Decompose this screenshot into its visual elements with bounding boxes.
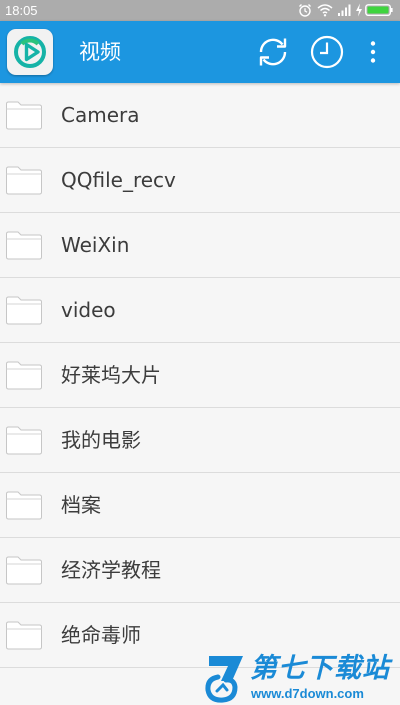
app-logo-icon bbox=[7, 29, 53, 75]
more-options-button[interactable] bbox=[355, 33, 391, 71]
folder-name: video bbox=[61, 298, 116, 322]
watermark-url: www.d7down.com bbox=[251, 686, 364, 701]
folder-name: Camera bbox=[61, 103, 140, 127]
folder-row[interactable]: 我的电影 bbox=[0, 408, 400, 473]
battery-icon bbox=[365, 4, 393, 16]
folder-row[interactable]: Camera bbox=[0, 83, 400, 148]
folder-list: Camera QQfile_recv WeiXin video 好莱坞大片 我的… bbox=[0, 83, 400, 668]
folder-name: 经济学教程 bbox=[61, 558, 161, 582]
watermark-logo-icon bbox=[205, 653, 247, 703]
folder-row[interactable]: 档案 bbox=[0, 473, 400, 538]
folder-row[interactable]: WeiXin bbox=[0, 213, 400, 278]
history-clock-icon bbox=[310, 35, 344, 69]
alarm-icon bbox=[299, 4, 311, 17]
watermark-title: 第七下载站 bbox=[250, 653, 390, 684]
watermark: 第七下载站 www.d7down.com bbox=[205, 653, 397, 703]
folder-icon bbox=[5, 490, 43, 520]
folder-row[interactable]: video bbox=[0, 278, 400, 343]
status-icons bbox=[298, 3, 394, 18]
folder-name: 绝命毒师 bbox=[61, 623, 141, 647]
app-bar: 视频 bbox=[0, 21, 400, 83]
folder-row[interactable]: 好莱坞大片 bbox=[0, 343, 400, 408]
folder-icon bbox=[5, 360, 43, 390]
folder-row[interactable]: QQfile_recv bbox=[0, 148, 400, 213]
folder-icon bbox=[5, 230, 43, 260]
status-bar: 18:05 bbox=[0, 0, 400, 21]
wifi-icon bbox=[317, 4, 333, 17]
folder-icon bbox=[5, 165, 43, 195]
folder-icon bbox=[5, 100, 43, 130]
folder-icon bbox=[5, 620, 43, 650]
refresh-icon bbox=[259, 38, 287, 66]
signal-icon bbox=[338, 4, 351, 16]
folder-name: QQfile_recv bbox=[61, 168, 176, 192]
status-time: 18:05 bbox=[5, 3, 38, 18]
charging-icon bbox=[356, 3, 362, 17]
history-button[interactable] bbox=[308, 33, 346, 71]
folder-icon bbox=[5, 425, 43, 455]
folder-name: 档案 bbox=[61, 493, 101, 517]
page-title: 视频 bbox=[79, 40, 121, 64]
refresh-button[interactable] bbox=[254, 33, 292, 71]
more-vert-icon bbox=[370, 41, 376, 63]
folder-icon bbox=[5, 555, 43, 585]
folder-icon bbox=[5, 295, 43, 325]
folder-name: WeiXin bbox=[61, 233, 130, 257]
folder-name: 好莱坞大片 bbox=[61, 363, 161, 387]
folder-row[interactable]: 经济学教程 bbox=[0, 538, 400, 603]
folder-name: 我的电影 bbox=[61, 428, 141, 452]
